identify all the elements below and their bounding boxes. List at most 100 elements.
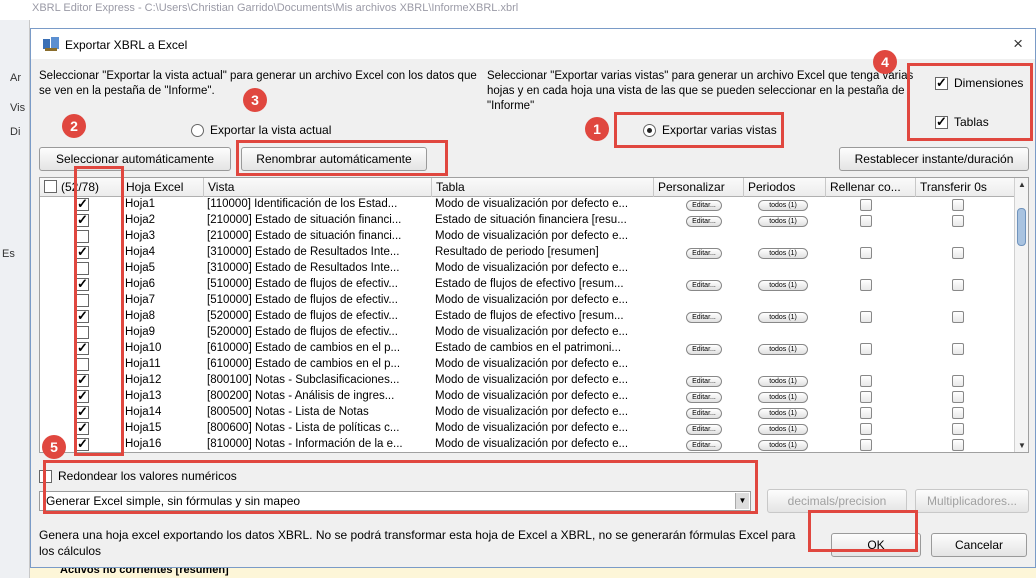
transfer-zeros-checkbox[interactable] <box>952 391 964 403</box>
edit-button[interactable]: Editar... <box>686 440 722 451</box>
periods-button[interactable]: todos (1) <box>758 248 808 259</box>
scroll-up-icon[interactable]: ▲ <box>1018 180 1026 189</box>
fill-checkbox[interactable] <box>860 199 872 211</box>
table-row[interactable]: Hoja8 [520000] Estado de flujos de efecti… <box>40 308 1015 325</box>
header-fill[interactable]: Rellenar co... <box>826 178 916 197</box>
row-view: [520000] Estado de flujos de efectiv... <box>207 326 398 338</box>
row-table: Modo de visualización por defecto e... <box>435 230 629 242</box>
periods-button[interactable]: todos (1) <box>758 312 808 323</box>
cancel-button[interactable]: Cancelar <box>931 533 1027 557</box>
transfer-zeros-checkbox[interactable] <box>952 423 964 435</box>
edit-button[interactable]: Editar... <box>686 216 722 227</box>
table-row[interactable]: Hoja13 [800200] Notas - Análisis de ingre… <box>40 388 1015 405</box>
table-row[interactable]: Hoja1 [110000] Identificación de los Esta… <box>40 196 1015 213</box>
periods-button[interactable]: todos (1) <box>758 376 808 387</box>
row-view: [810000] Notas - Información de la e... <box>207 438 403 450</box>
annotation-badge-2: 2 <box>62 114 86 138</box>
periods-button[interactable]: todos (1) <box>758 408 808 419</box>
row-sheet-name: Hoja3 <box>125 230 156 242</box>
row-view: [310000] Estado de Resultados Inte... <box>207 246 400 258</box>
scroll-down-icon[interactable]: ▼ <box>1018 441 1026 450</box>
fill-checkbox[interactable] <box>860 391 872 403</box>
table-row[interactable]: Hoja7 [510000] Estado de flujos de efecti… <box>40 293 1015 309</box>
edit-button[interactable]: Editar... <box>686 408 722 419</box>
fill-checkbox[interactable] <box>860 343 872 355</box>
parent-label: Di <box>10 126 21 138</box>
header-table[interactable]: Tabla <box>432 178 654 197</box>
periods-button[interactable]: todos (1) <box>758 392 808 403</box>
annotation-badge-4: 4 <box>873 50 897 74</box>
periods-button[interactable]: todos (1) <box>758 200 808 211</box>
row-table: Modo de visualización por defecto e... <box>435 406 629 418</box>
table-scrollbar[interactable]: ▲ ▼ <box>1014 178 1028 452</box>
fill-checkbox[interactable] <box>860 279 872 291</box>
table-header: (52/78) Hoja Excel Vista Tabla Personali… <box>40 178 1015 197</box>
edit-button[interactable]: Editar... <box>686 424 722 435</box>
row-sheet-name: Hoja12 <box>125 374 162 386</box>
row-table: Modo de visualización por defecto e... <box>435 390 629 402</box>
periods-button[interactable]: todos (1) <box>758 440 808 451</box>
periods-button[interactable]: todos (1) <box>758 424 808 435</box>
transfer-zeros-checkbox[interactable] <box>952 343 964 355</box>
header-view[interactable]: Vista <box>204 178 432 197</box>
transfer-zeros-checkbox[interactable] <box>952 439 964 451</box>
edit-button[interactable]: Editar... <box>686 376 722 387</box>
radio-icon <box>191 123 204 137</box>
transfer-zeros-checkbox[interactable] <box>952 247 964 259</box>
table-row[interactable]: Hoja4 [310000] Estado de Resultados Inte.… <box>40 244 1015 261</box>
row-table: Resultado de periodo [resumen] <box>435 246 599 258</box>
parent-window-title: XBRL Editor Express - C:\Users\Christian… <box>32 2 519 14</box>
header-customize[interactable]: Personalizar <box>654 178 744 197</box>
table-row[interactable]: Hoja9 [520000] Estado de flujos de efecti… <box>40 325 1015 341</box>
table-row[interactable]: Hoja11 [610000] Estado de cambios en el p… <box>40 357 1015 373</box>
table-row[interactable]: Hoja12 [800100] Notas - Subclasificacione… <box>40 372 1015 389</box>
fill-checkbox[interactable] <box>860 439 872 451</box>
table-row[interactable]: Hoja3 [210000] Estado de situación financ… <box>40 229 1015 245</box>
fill-checkbox[interactable] <box>860 247 872 259</box>
row-table: Estado de cambios en el patrimoni... <box>435 342 622 354</box>
row-sheet-name: Hoja7 <box>125 294 156 306</box>
periods-button[interactable]: todos (1) <box>758 280 808 291</box>
table-row[interactable]: Hoja6 [510000] Estado de flujos de efecti… <box>40 276 1015 293</box>
periods-button[interactable]: todos (1) <box>758 216 808 227</box>
edit-button[interactable]: Editar... <box>686 280 722 291</box>
multipliers-button[interactable]: Multiplicadores... <box>915 489 1029 513</box>
transfer-zeros-checkbox[interactable] <box>952 407 964 419</box>
row-table: Modo de visualización por defecto e... <box>435 422 629 434</box>
fill-checkbox[interactable] <box>860 407 872 419</box>
table-row[interactable]: Hoja5 [310000] Estado de Resultados Inte.… <box>40 261 1015 277</box>
table-row[interactable]: Hoja14 [800500] Notas - Lista de Notas Mod… <box>40 404 1015 421</box>
header-periods[interactable]: Periodos <box>744 178 826 197</box>
header-transfer-zeros[interactable]: Transferir 0s <box>916 178 1015 197</box>
edit-button[interactable]: Editar... <box>686 392 722 403</box>
edit-button[interactable]: Editar... <box>686 344 722 355</box>
table-row[interactable]: Hoja16 [810000] Notas - Información de la… <box>40 436 1015 452</box>
transfer-zeros-checkbox[interactable] <box>952 311 964 323</box>
edit-button[interactable]: Editar... <box>686 312 722 323</box>
radio-export-current[interactable]: Exportar la vista actual <box>191 123 331 137</box>
row-table: Modo de visualización por defecto e... <box>435 198 629 210</box>
fill-checkbox[interactable] <box>860 311 872 323</box>
row-view: [800600] Notas - Lista de políticas c... <box>207 422 400 434</box>
fill-checkbox[interactable] <box>860 375 872 387</box>
reset-instant-duration-button[interactable]: Restablecer instante/duración <box>839 147 1029 171</box>
edit-button[interactable]: Editar... <box>686 200 722 211</box>
row-sheet-name: Hoja5 <box>125 262 156 274</box>
transfer-zeros-checkbox[interactable] <box>952 215 964 227</box>
fill-checkbox[interactable] <box>860 215 872 227</box>
table-row[interactable]: Hoja10 [610000] Estado de cambios en el p… <box>40 340 1015 357</box>
periods-button[interactable]: todos (1) <box>758 344 808 355</box>
annotation-badge-5: 5 <box>42 435 66 459</box>
table-row[interactable]: Hoja2 [210000] Estado de situación financ… <box>40 212 1015 229</box>
auto-select-button[interactable]: Seleccionar automáticamente <box>39 147 231 171</box>
transfer-zeros-checkbox[interactable] <box>952 199 964 211</box>
table-row[interactable]: Hoja15 [800600] Notas - Lista de política… <box>40 420 1015 437</box>
close-icon[interactable]: × <box>1013 34 1023 54</box>
transfer-zeros-checkbox[interactable] <box>952 279 964 291</box>
scroll-thumb[interactable] <box>1017 208 1026 246</box>
edit-button[interactable]: Editar... <box>686 248 722 259</box>
fill-checkbox[interactable] <box>860 423 872 435</box>
header-sheet[interactable]: Hoja Excel <box>122 178 204 197</box>
row-sheet-name: Hoja11 <box>125 358 161 370</box>
transfer-zeros-checkbox[interactable] <box>952 375 964 387</box>
